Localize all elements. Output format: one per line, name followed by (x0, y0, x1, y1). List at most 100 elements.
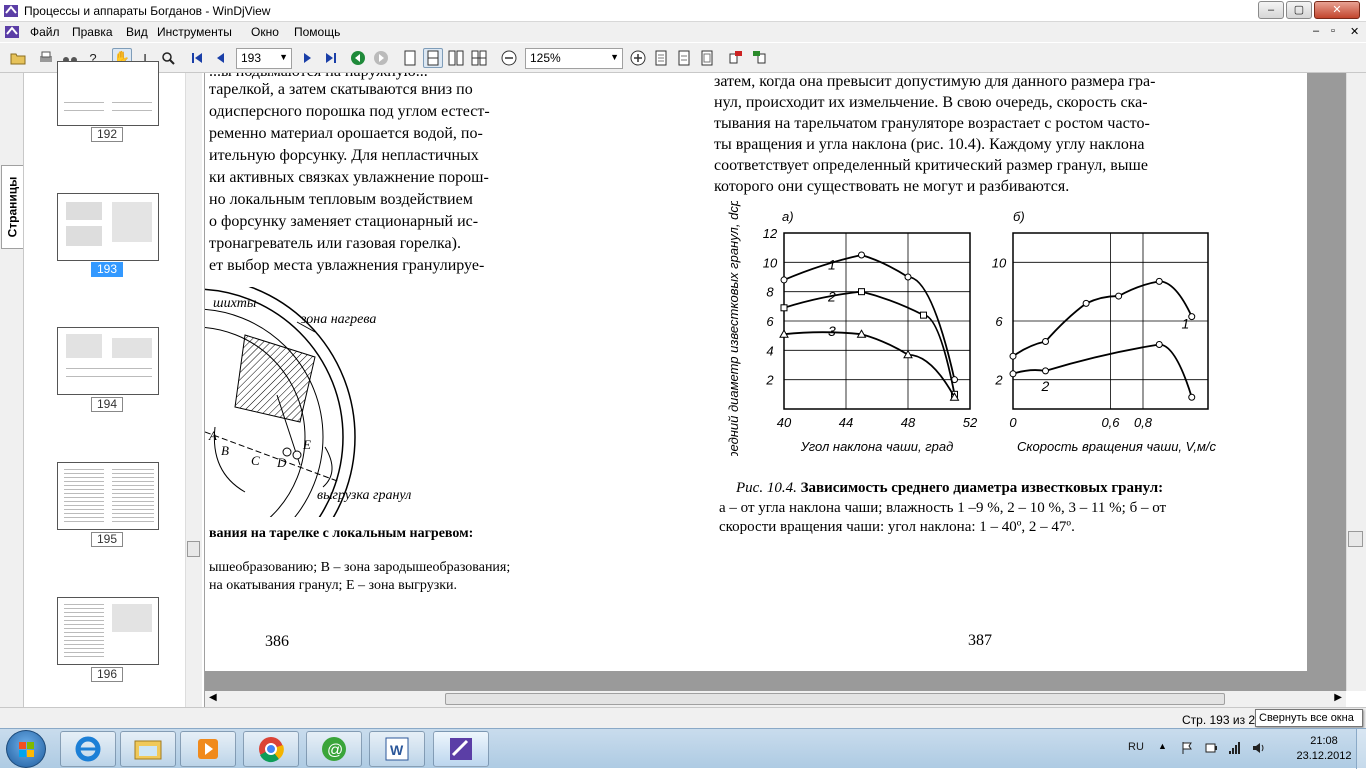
tab-pages[interactable]: Страницы (1, 165, 23, 249)
x-tick-label: 48 (901, 415, 916, 430)
window-title: Процессы и аппараты Богданов - WinDjView (24, 4, 271, 18)
power-icon[interactable] (1204, 741, 1218, 755)
fit-width-icon[interactable] (674, 48, 694, 68)
zoom-out-icon[interactable] (499, 48, 519, 68)
svg-text:@: @ (327, 742, 343, 759)
menu-tools[interactable]: Инструменты (157, 25, 232, 39)
series-label: 1 (1182, 315, 1190, 331)
series-label: 1 (828, 256, 836, 272)
menu-view[interactable]: Вид (126, 25, 148, 39)
menu-bar: Файл Правка Вид Инструменты Окно Помощь … (0, 22, 1366, 42)
left-page-line: о форсунку заменяет стационарный ис- (209, 213, 479, 230)
taskbar-explorer[interactable] (120, 731, 176, 767)
doc-restore-icon[interactable]: ▫ (1331, 25, 1335, 37)
taskbar-mail-agent[interactable]: @ (306, 731, 362, 767)
y-tick-label: 2 (994, 373, 1003, 388)
thumbnail-page-195[interactable] (57, 462, 159, 530)
taskbar-word[interactable]: W (369, 731, 425, 767)
clock-date[interactable]: 23.12.2012 (1294, 750, 1354, 762)
data-point (780, 304, 788, 312)
menu-edit[interactable]: Правка (72, 25, 113, 39)
panel-scrollbar-thumb[interactable] (187, 541, 200, 557)
svg-text:W: W (390, 742, 404, 758)
print-icon[interactable] (36, 48, 56, 68)
action-center-flag-icon[interactable] (1180, 741, 1194, 755)
y-tick-label: 10 (763, 255, 778, 270)
network-signal-icon[interactable] (1228, 741, 1242, 755)
menu-window[interactable]: Окно (251, 25, 279, 39)
taskbar-media-player[interactable] (180, 731, 236, 767)
continuous-facing-icon[interactable] (469, 48, 489, 68)
thumbnail-page-193[interactable] (57, 193, 159, 261)
taskbar-chrome[interactable] (243, 731, 299, 767)
minimize-button[interactable]: – (1258, 1, 1284, 19)
y-tick-label: 6 (766, 314, 774, 329)
language-indicator[interactable]: RU (1128, 741, 1144, 753)
rotate-right-icon[interactable] (749, 48, 769, 68)
start-button[interactable] (6, 730, 46, 768)
doc-minimize-icon[interactable]: – (1313, 25, 1319, 37)
x-tick-label: 52 (963, 415, 978, 430)
data-point (858, 288, 865, 296)
chart-title: б) (1013, 209, 1025, 224)
right-page-line: ты вращения и угла наклона (рис. 10.4). … (714, 136, 1145, 153)
zoom-combo[interactable]: 125% ▼ (525, 48, 623, 69)
thumbnail-page-196[interactable] (57, 597, 159, 665)
left-page-number: 386 (265, 633, 289, 650)
data-point (858, 251, 865, 259)
thumbnail-label: 192 (91, 127, 123, 142)
thumbnail-page-192[interactable] (57, 61, 159, 126)
scroll-right-icon[interactable]: ▶ (1334, 692, 1342, 703)
show-desktop-button[interactable] (1356, 729, 1366, 769)
right-page-line: которого они существовать не могут и раз… (714, 178, 1070, 195)
previous-page-icon[interactable] (210, 48, 230, 68)
right-page-line: соответствует определенный критический р… (714, 157, 1148, 174)
menu-help[interactable]: Помощь (294, 25, 340, 39)
chrome-icon (259, 737, 284, 763)
fit-page-icon[interactable] (697, 48, 717, 68)
next-page-icon[interactable] (298, 48, 318, 68)
document-vertical-scroll-thumb[interactable] (1348, 531, 1363, 547)
open-folder-icon[interactable] (8, 48, 28, 68)
show-hidden-icons-icon[interactable]: ▲ (1158, 741, 1172, 755)
media-player-icon (198, 739, 218, 759)
zoom-value: 125% (530, 51, 561, 65)
continuous-page-icon[interactable] (423, 48, 443, 68)
series-line (783, 331, 956, 398)
close-button[interactable]: ✕ (1314, 1, 1360, 19)
clock-time[interactable]: 21:08 (1294, 735, 1354, 747)
back-icon[interactable] (348, 48, 368, 68)
series-line (1012, 280, 1193, 357)
zoom-in-icon[interactable] (628, 48, 648, 68)
facing-pages-icon[interactable] (446, 48, 466, 68)
figure-caption-line: скорости вращения чаши: угол наклона: 1 … (719, 519, 1075, 535)
document-icon[interactable] (4, 25, 20, 39)
menu-file[interactable]: Файл (30, 25, 60, 39)
single-page-icon[interactable] (400, 48, 420, 68)
maximize-button[interactable]: ▢ (1286, 1, 1312, 19)
last-page-icon[interactable] (321, 48, 341, 68)
horizontal-scroll-thumb[interactable] (445, 693, 1225, 705)
y-tick-label: 2 (765, 373, 774, 388)
forward-icon[interactable] (371, 48, 391, 68)
rotate-left-icon[interactable] (726, 48, 746, 68)
document-view[interactable]: ...ы подымаются на наружную... тарелкой,… (205, 73, 1346, 691)
zoom-rect-icon[interactable] (158, 48, 178, 68)
actual-size-icon[interactable] (651, 48, 671, 68)
thumbnail-page-194[interactable] (57, 327, 159, 395)
scroll-left-icon[interactable]: ◀ (209, 692, 217, 703)
first-page-icon[interactable] (187, 48, 207, 68)
taskbar-internet-explorer[interactable] (60, 731, 116, 767)
document-horizontal-scrollbar[interactable]: ◀ ▶ (205, 691, 1346, 707)
y-tick-label: 8 (766, 285, 774, 300)
data-point (1115, 292, 1123, 300)
taskbar-windjview[interactable] (433, 731, 489, 767)
volume-icon[interactable] (1252, 741, 1266, 755)
page-number-combo[interactable]: 193 ▼ (236, 48, 292, 69)
panel-scrollbar[interactable] (185, 73, 202, 707)
data-point (904, 273, 912, 281)
doc-close-icon[interactable]: ✕ (1350, 25, 1359, 38)
document-vertical-scrollbar[interactable] (1346, 73, 1366, 691)
taskbar: @ W RU ▲ 21:08 23.12.2012 (0, 728, 1366, 769)
page-gap (1307, 73, 1346, 691)
